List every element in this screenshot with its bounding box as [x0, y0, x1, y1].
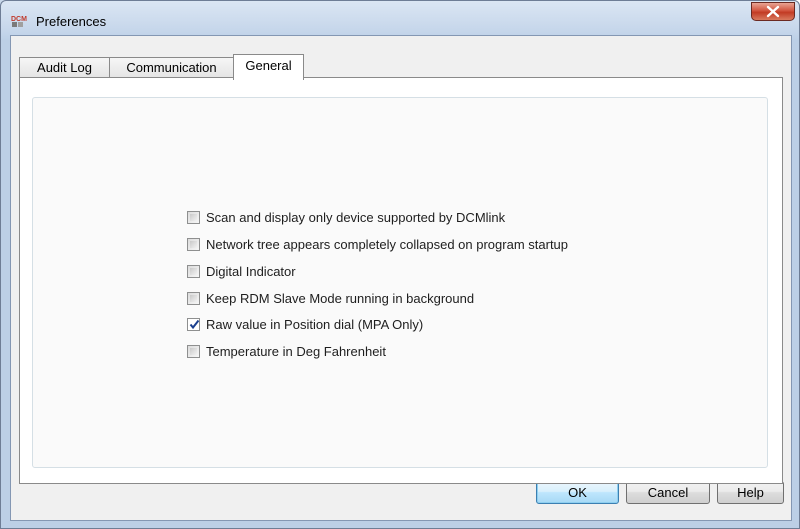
checkbox-unchecked [190, 295, 197, 302]
title-bar[interactable]: DCM Preferences [1, 1, 799, 35]
checkbox[interactable] [187, 211, 200, 224]
ok-button-label: OK [568, 485, 587, 500]
cancel-button-label: Cancel [647, 485, 689, 500]
close-button[interactable] [751, 2, 795, 21]
option-label: Digital Indicator [206, 264, 296, 279]
tab-label: General [245, 58, 292, 73]
options-group-box: Scan and display only device supported b… [32, 97, 768, 468]
tab-label: Communication [126, 60, 217, 75]
checkbox-unchecked [190, 214, 197, 221]
window-title: Preferences [36, 14, 107, 29]
option-label: Raw value in Position dial (MPA Only) [206, 317, 424, 332]
app-logo-icon: DCM [11, 14, 31, 28]
checkbox[interactable] [187, 265, 200, 278]
tab-audit-log[interactable]: Audit Log [19, 57, 110, 78]
checkbox-unchecked [190, 268, 197, 275]
checkbox[interactable] [187, 345, 200, 358]
dialog-client-area: Audit Log Communication General Scan and… [10, 35, 792, 521]
checkbox-checked[interactable] [187, 318, 200, 331]
tab-communication[interactable]: Communication [109, 57, 234, 78]
ok-button[interactable]: OK [536, 481, 619, 504]
option-label: Keep RDM Slave Mode running in backgroun… [206, 291, 475, 306]
help-button-label: Help [737, 485, 764, 500]
checkbox[interactable] [187, 238, 200, 251]
general-tab-panel: Scan and display only device supported b… [19, 77, 783, 484]
close-icon [752, 3, 794, 20]
preferences-window: DCM Preferences Audit Log Communication … [0, 0, 800, 529]
cancel-button[interactable]: Cancel [626, 481, 710, 504]
option-label: Temperature in Deg Fahrenheit [206, 344, 386, 359]
checkbox-unchecked [190, 348, 197, 355]
help-button[interactable]: Help [717, 481, 784, 504]
app-logo-text: DCM [11, 16, 27, 23]
option-label: Scan and display only device supported b… [206, 210, 506, 225]
checkmark-icon [189, 319, 200, 330]
checkbox[interactable] [187, 292, 200, 305]
checkbox-unchecked [190, 241, 197, 248]
option-label: Network tree appears completely collapse… [206, 237, 569, 252]
tab-general[interactable]: General [233, 54, 304, 80]
tab-label: Audit Log [37, 60, 92, 75]
